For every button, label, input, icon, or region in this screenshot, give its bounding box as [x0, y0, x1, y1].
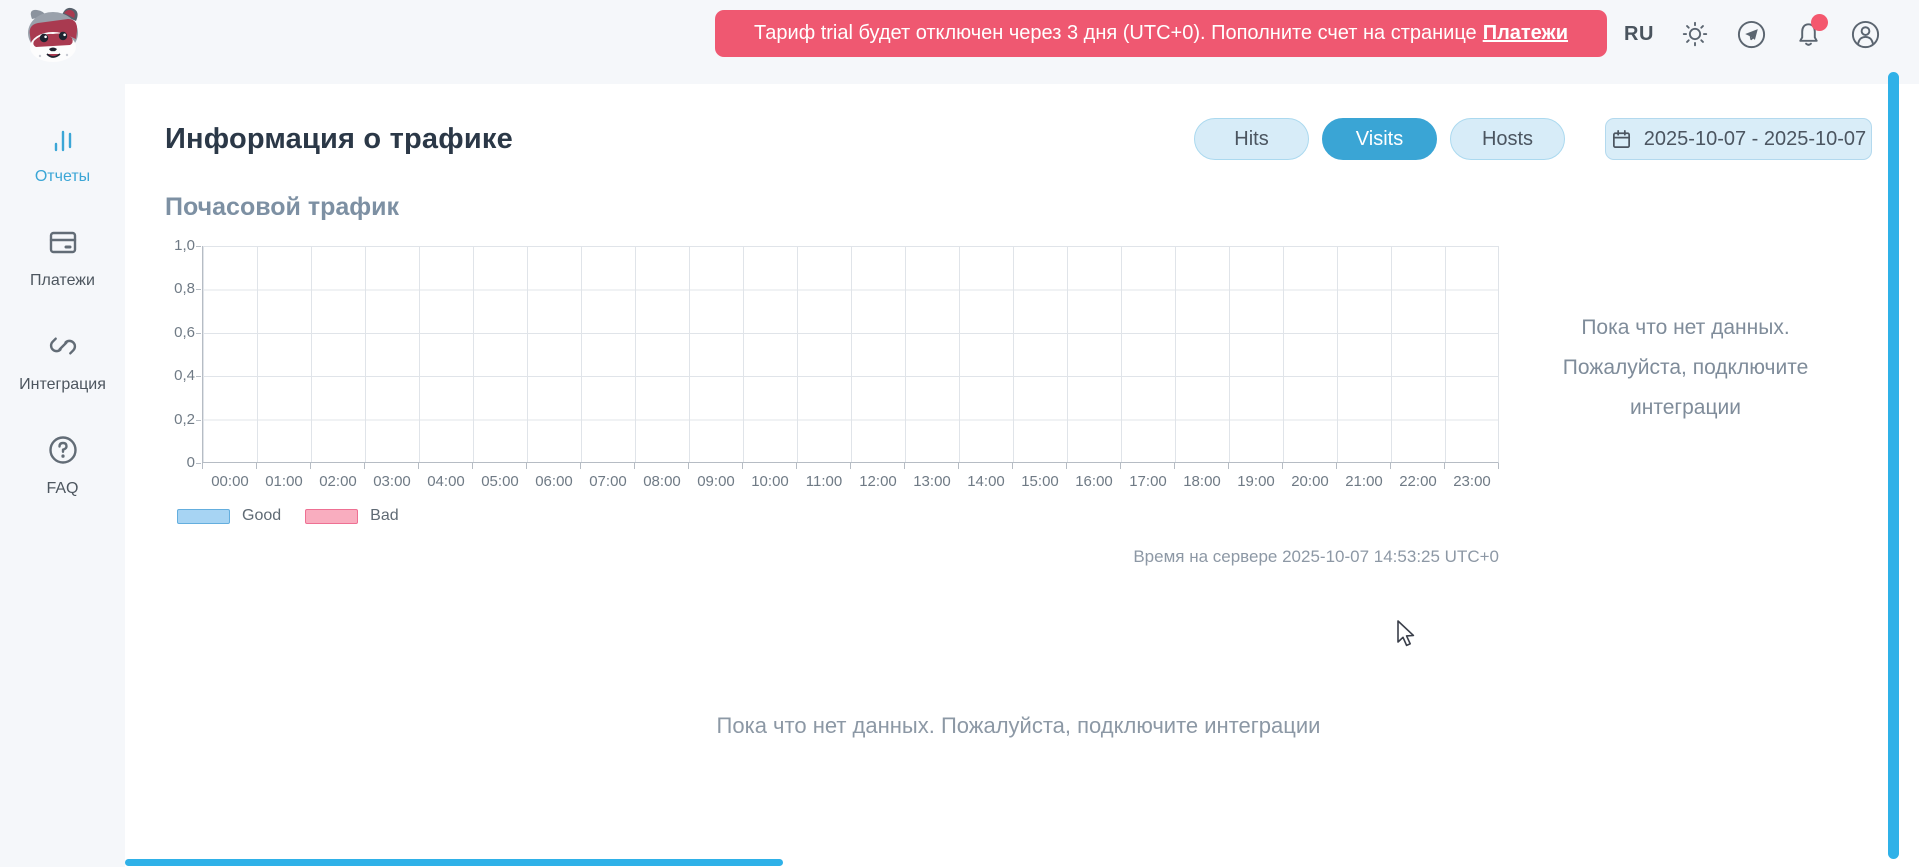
x-axis-label: 17:00 [1121, 469, 1175, 490]
x-axis-label: 06:00 [527, 469, 581, 490]
chart-legend: Good Bad [177, 507, 1499, 525]
account-user-icon[interactable] [1850, 18, 1882, 50]
credit-card-icon [47, 226, 79, 263]
x-axis-label: 09:00 [689, 469, 743, 490]
date-range-picker[interactable]: 2025-10-07 - 2025-10-07 [1605, 118, 1872, 160]
notifications-bell-icon[interactable] [1793, 18, 1825, 50]
y-axis-label: 1,0 [165, 237, 195, 255]
server-time: Время на сервере 2025-10-07 14:53:25 UTC… [165, 547, 1499, 567]
x-axis-label: 02:00 [311, 469, 365, 490]
main-content: Информация о трафике Hits Visits Hosts 2… [125, 84, 1919, 867]
trial-warning-banner: Тариф trial будет отключен через 3 дня (… [715, 10, 1607, 57]
chart-plot-area [202, 246, 1499, 463]
legend-swatch [177, 509, 230, 524]
app-window: Тариф trial будет отключен через 3 дня (… [0, 0, 1919, 867]
sidebar-item-label: FAQ [46, 480, 78, 498]
chart-y-axis: 1,00,80,60,40,20 [165, 246, 195, 464]
raccoon-logo-icon[interactable] [22, 5, 84, 63]
sidebar-item-label: Платежи [30, 272, 95, 290]
bottom-empty-message: Пока что нет данных. Пожалуйста, подключ… [165, 713, 1872, 739]
y-axis-label: 0,6 [165, 324, 195, 342]
y-axis-tick [196, 289, 201, 290]
sidebar: Отчеты Платежи Интеграция [0, 84, 125, 867]
hourly-traffic-chart: 1,00,80,60,40,20 00:0001:0002:0003:0004:… [165, 246, 1499, 525]
x-axis-label: 11:00 [797, 469, 851, 490]
x-axis-label: 20:00 [1283, 469, 1337, 490]
x-axis-label: 22:00 [1391, 469, 1445, 490]
view-tabs: Hits Visits Hosts [1194, 118, 1565, 160]
y-axis-label: 0,8 [165, 280, 195, 298]
telegram-icon[interactable] [1736, 18, 1768, 50]
y-axis-tick [196, 246, 201, 247]
x-axis-label: 07:00 [581, 469, 635, 490]
sidebar-item-label: Интеграция [19, 376, 106, 394]
legend-label: Bad [370, 507, 398, 525]
sidebar-item-faq[interactable]: FAQ [0, 434, 125, 498]
faq-question-icon [47, 434, 79, 471]
x-axis-label: 08:00 [635, 469, 689, 490]
x-axis-label: 12:00 [851, 469, 905, 490]
legend-label: Good [242, 507, 281, 525]
x-axis-label: 01:00 [257, 469, 311, 490]
x-axis-label: 21:00 [1337, 469, 1391, 490]
x-axis-label: 04:00 [419, 469, 473, 490]
y-axis-tick [196, 376, 201, 377]
sidebar-item-reports[interactable]: Отчеты [0, 122, 125, 186]
horizontal-scrollbar[interactable] [125, 859, 783, 866]
y-axis-tick [196, 333, 201, 334]
banner-text: Тариф trial будет отключен через 3 дня (… [754, 22, 1477, 45]
y-axis-tick [196, 420, 201, 421]
sidebar-item-label: Отчеты [35, 168, 90, 186]
legend-item-good: Good [177, 507, 281, 525]
legend-item-bad: Bad [305, 507, 398, 525]
y-axis-tick [196, 463, 201, 464]
chart-x-axis: 00:0001:0002:0003:0004:0005:0006:0007:00… [203, 469, 1499, 490]
y-axis-label: 0,2 [165, 411, 195, 429]
legend-swatch [305, 509, 358, 524]
y-axis-label: 0,4 [165, 367, 195, 385]
page-title: Информация о трафике [165, 123, 513, 156]
tab-hosts[interactable]: Hosts [1450, 118, 1565, 160]
calendar-icon [1611, 129, 1632, 150]
sidebar-item-integration[interactable]: Интеграция [0, 330, 125, 394]
date-range-value: 2025-10-07 - 2025-10-07 [1644, 128, 1866, 151]
x-axis-label: 15:00 [1013, 469, 1067, 490]
sidebar-item-payments[interactable]: Платежи [0, 226, 125, 290]
x-axis-label: 00:00 [203, 469, 257, 490]
x-axis-label: 16:00 [1067, 469, 1121, 490]
vertical-scrollbar[interactable] [1888, 72, 1899, 859]
tab-hits[interactable]: Hits [1194, 118, 1309, 160]
x-axis-label: 23:00 [1445, 469, 1499, 490]
x-axis-label: 19:00 [1229, 469, 1283, 490]
y-axis-label: 0 [165, 454, 195, 472]
notification-badge [1811, 14, 1828, 31]
x-axis-label: 05:00 [473, 469, 527, 490]
language-switcher[interactable]: RU [1624, 23, 1654, 46]
x-axis-label: 14:00 [959, 469, 1013, 490]
chart-empty-state: Пока что нет данных. Пожалуйста, подключ… [1499, 246, 1872, 525]
chart-empty-message: Пока что нет данных. Пожалуйста, подключ… [1526, 308, 1846, 525]
header-actions: RU [1624, 14, 1882, 54]
tab-visits[interactable]: Visits [1322, 118, 1437, 160]
x-axis-label: 18:00 [1175, 469, 1229, 490]
chart-section-title: Почасовой трафик [165, 193, 1872, 222]
x-axis-label: 10:00 [743, 469, 797, 490]
integration-link-icon [47, 330, 79, 367]
x-axis-label: 03:00 [365, 469, 419, 490]
x-axis-label: 13:00 [905, 469, 959, 490]
theme-sun-icon[interactable] [1679, 18, 1711, 50]
bar-chart-icon [47, 122, 79, 159]
payments-link[interactable]: Платежи [1483, 22, 1568, 45]
